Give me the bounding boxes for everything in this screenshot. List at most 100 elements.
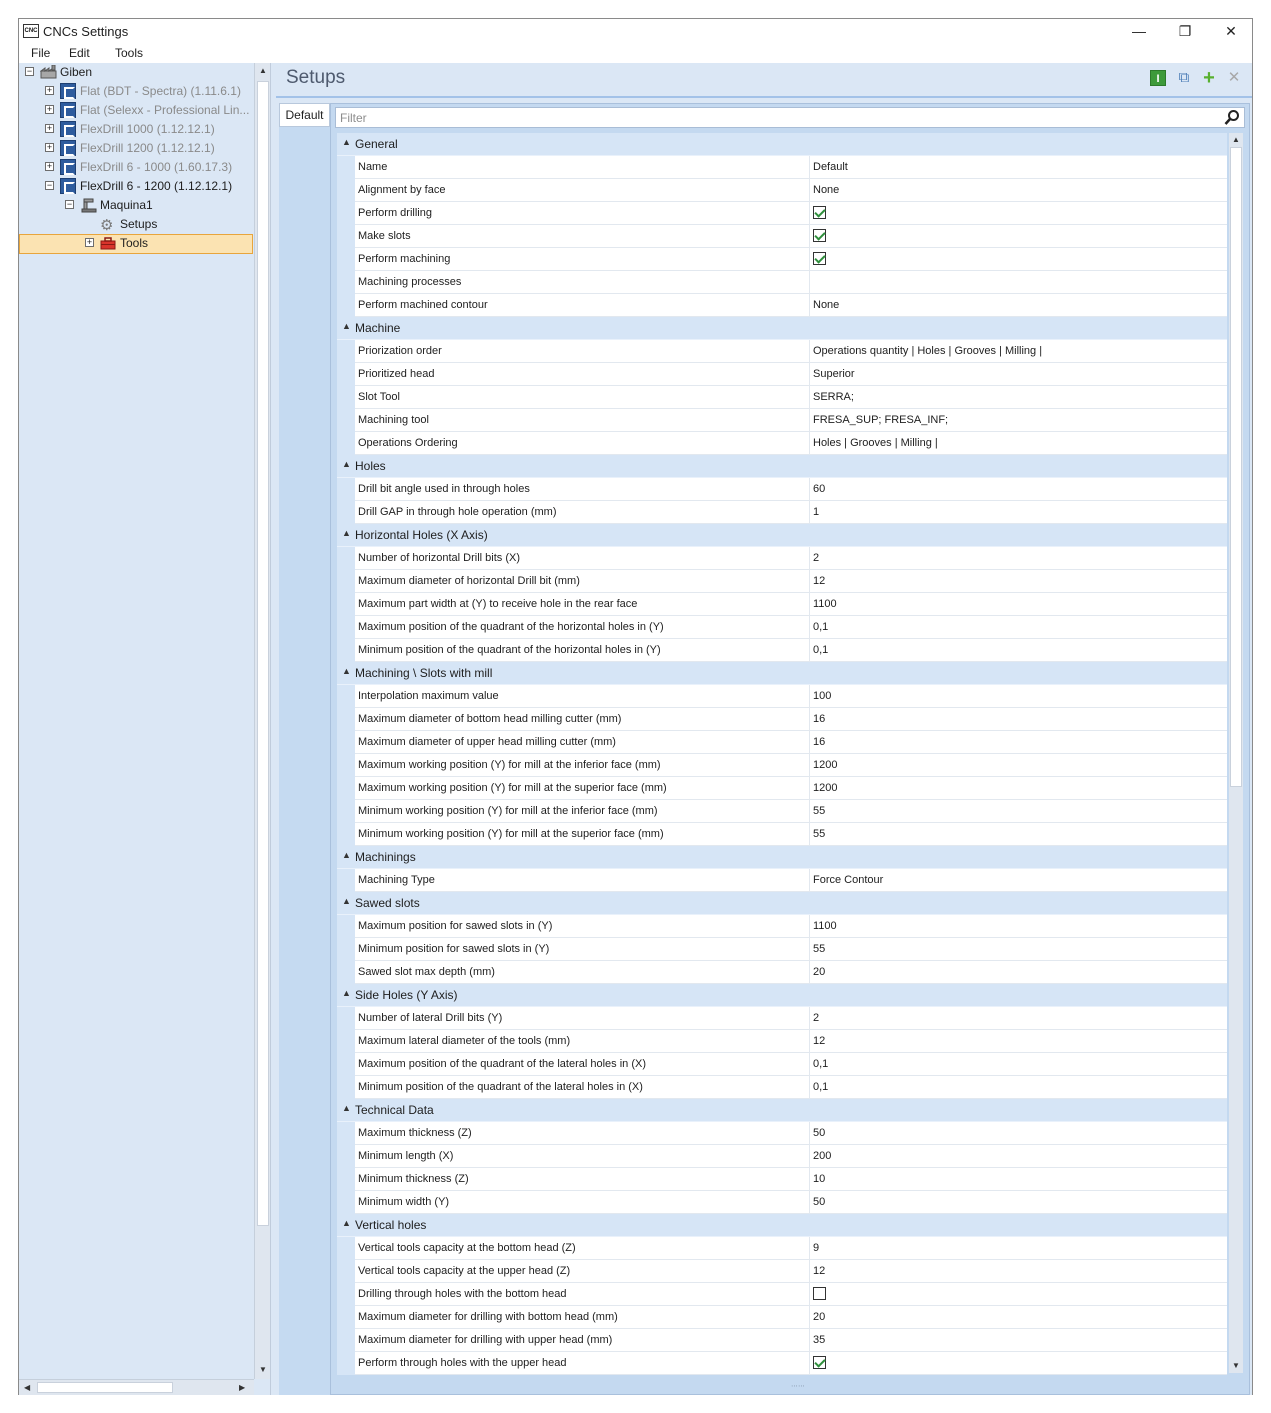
- property-row[interactable]: Minimum working position (Y) for mill at…: [337, 800, 1227, 823]
- property-value[interactable]: 2: [810, 547, 1227, 570]
- tab-default[interactable]: Default: [279, 103, 330, 127]
- property-row[interactable]: Drill bit angle used in through holes 60: [337, 478, 1227, 501]
- property-row[interactable]: Maximum diameter of horizontal Drill bit…: [337, 570, 1227, 593]
- property-value[interactable]: 16: [810, 731, 1227, 754]
- scroll-down-icon[interactable]: ▼: [1232, 1361, 1240, 1370]
- chevron-up-icon[interactable]: ▲: [342, 321, 351, 331]
- property-row[interactable]: Maximum diameter for drilling with upper…: [337, 1329, 1227, 1352]
- property-row[interactable]: Machining processes: [337, 271, 1227, 294]
- expand-icon[interactable]: +: [45, 143, 54, 152]
- filter-input[interactable]: [336, 108, 1216, 127]
- property-value[interactable]: 0,1: [810, 1053, 1227, 1076]
- property-value[interactable]: None: [810, 294, 1227, 317]
- property-value-checkbox[interactable]: [810, 225, 1227, 248]
- chevron-up-icon[interactable]: ▲: [342, 666, 351, 676]
- property-row[interactable]: Alignment by face None: [337, 179, 1227, 202]
- property-row[interactable]: Minimum thickness (Z) 10: [337, 1168, 1227, 1191]
- property-value-checkbox[interactable]: [810, 248, 1227, 271]
- scroll-right-icon[interactable]: ▶: [239, 1383, 245, 1392]
- property-row[interactable]: Maximum thickness (Z) 50: [337, 1122, 1227, 1145]
- property-value[interactable]: 55: [810, 823, 1227, 846]
- tree-vertical-scrollbar[interactable]: ▲ ▼: [254, 63, 270, 1379]
- delete-icon[interactable]: ✕: [1226, 70, 1242, 86]
- property-value[interactable]: None: [810, 179, 1227, 202]
- property-value[interactable]: 60: [810, 478, 1227, 501]
- expand-icon[interactable]: +: [45, 124, 54, 133]
- property-value[interactable]: 0,1: [810, 616, 1227, 639]
- property-row[interactable]: Perform machined contour None: [337, 294, 1227, 317]
- property-row[interactable]: Drill GAP in through hole operation (mm)…: [337, 501, 1227, 524]
- property-value[interactable]: FRESA_SUP; FRESA_INF;: [810, 409, 1227, 432]
- property-row[interactable]: Perform machining: [337, 248, 1227, 271]
- close-button[interactable]: ✕: [1208, 19, 1254, 43]
- property-row[interactable]: Prioritized head Superior: [337, 363, 1227, 386]
- category-row[interactable]: ▲ Machinings: [337, 846, 1227, 869]
- category-row[interactable]: ▲ Machining \ Slots with mill: [337, 662, 1227, 685]
- collapse-icon[interactable]: −: [65, 200, 74, 209]
- chevron-up-icon[interactable]: ▲: [342, 896, 351, 906]
- property-value[interactable]: 35: [810, 1329, 1227, 1352]
- category-row[interactable]: ▲ Machine: [337, 317, 1227, 340]
- property-row[interactable]: Minimum width (Y) 50: [337, 1191, 1227, 1214]
- scroll-down-icon[interactable]: ▼: [259, 1365, 267, 1374]
- property-row[interactable]: Perform through holes with the upper hea…: [337, 1352, 1227, 1375]
- property-value-checkbox[interactable]: [810, 1352, 1227, 1375]
- property-row[interactable]: Maximum part width at (Y) to receive hol…: [337, 593, 1227, 616]
- chevron-up-icon[interactable]: ▲: [342, 988, 351, 998]
- checkbox[interactable]: [813, 1355, 826, 1369]
- menu-tools[interactable]: Tools: [115, 46, 143, 60]
- scroll-thumb[interactable]: [257, 81, 269, 1226]
- property-row[interactable]: Name Default: [337, 156, 1227, 179]
- checkbox[interactable]: [813, 205, 826, 219]
- grid-vertical-scrollbar[interactable]: ▲ ▼: [1229, 133, 1243, 1373]
- checkbox[interactable]: [813, 228, 826, 242]
- category-row[interactable]: ▲ Sawed slots: [337, 892, 1227, 915]
- category-row[interactable]: ▲ Vertical holes: [337, 1214, 1227, 1237]
- property-value[interactable]: Operations quantity | Holes | Grooves | …: [810, 340, 1227, 363]
- search-icon[interactable]: [1224, 109, 1240, 126]
- checkbox[interactable]: [813, 251, 826, 265]
- property-value-checkbox[interactable]: [810, 1283, 1227, 1306]
- property-row[interactable]: Machining Type Force Contour: [337, 869, 1227, 892]
- restore-button[interactable]: ❐: [1162, 19, 1208, 43]
- collapse-icon[interactable]: −: [25, 67, 34, 76]
- property-row[interactable]: Number of horizontal Drill bits (X) 2: [337, 547, 1227, 570]
- checkbox[interactable]: [813, 1286, 826, 1300]
- property-value[interactable]: 9: [810, 1237, 1227, 1260]
- minimize-button[interactable]: —: [1116, 19, 1162, 43]
- chevron-up-icon[interactable]: ▲: [342, 459, 351, 469]
- property-row[interactable]: Minimum length (X) 200: [337, 1145, 1227, 1168]
- menu-edit[interactable]: Edit: [69, 46, 90, 60]
- property-value[interactable]: Default: [810, 156, 1227, 179]
- property-value[interactable]: 55: [810, 938, 1227, 961]
- property-row[interactable]: Maximum position for sawed slots in (Y) 1…: [337, 915, 1227, 938]
- tree-horizontal-scrollbar[interactable]: ◀ ▶: [19, 1379, 254, 1395]
- property-row[interactable]: Vertical tools capacity at the upper hea…: [337, 1260, 1227, 1283]
- add-icon[interactable]: +: [1201, 68, 1217, 88]
- property-row[interactable]: Perform drilling: [337, 202, 1227, 225]
- chevron-up-icon[interactable]: ▲: [342, 1103, 351, 1113]
- property-value[interactable]: [810, 271, 1227, 294]
- chevron-up-icon[interactable]: ▲: [342, 1218, 351, 1228]
- property-value[interactable]: 1100: [810, 593, 1227, 616]
- category-row[interactable]: ▲ Side Holes (Y Axis): [337, 984, 1227, 1007]
- property-value[interactable]: 50: [810, 1122, 1227, 1145]
- expand-icon[interactable]: +: [85, 238, 94, 247]
- category-row[interactable]: ▲ Horizontal Holes (X Axis): [337, 524, 1227, 547]
- property-value[interactable]: 0,1: [810, 639, 1227, 662]
- collapse-icon[interactable]: −: [45, 181, 54, 190]
- property-value[interactable]: Holes | Grooves | Milling |: [810, 432, 1227, 455]
- info-icon[interactable]: I: [1150, 70, 1166, 86]
- property-row[interactable]: Vertical tools capacity at the bottom he…: [337, 1237, 1227, 1260]
- resize-grip-icon[interactable]: ⋯⋯: [791, 1382, 805, 1390]
- category-row[interactable]: ▲ Holes: [337, 455, 1227, 478]
- property-value[interactable]: 16: [810, 708, 1227, 731]
- property-row[interactable]: Maximum position of the quadrant of the …: [337, 616, 1227, 639]
- property-value[interactable]: 1200: [810, 754, 1227, 777]
- property-value[interactable]: 20: [810, 1306, 1227, 1329]
- property-value[interactable]: 0,1: [810, 1076, 1227, 1099]
- property-value[interactable]: 12: [810, 1260, 1227, 1283]
- property-value[interactable]: 1200: [810, 777, 1227, 800]
- property-row[interactable]: Minimum position of the quadrant of the …: [337, 1076, 1227, 1099]
- property-row[interactable]: Minimum position of the quadrant of the …: [337, 639, 1227, 662]
